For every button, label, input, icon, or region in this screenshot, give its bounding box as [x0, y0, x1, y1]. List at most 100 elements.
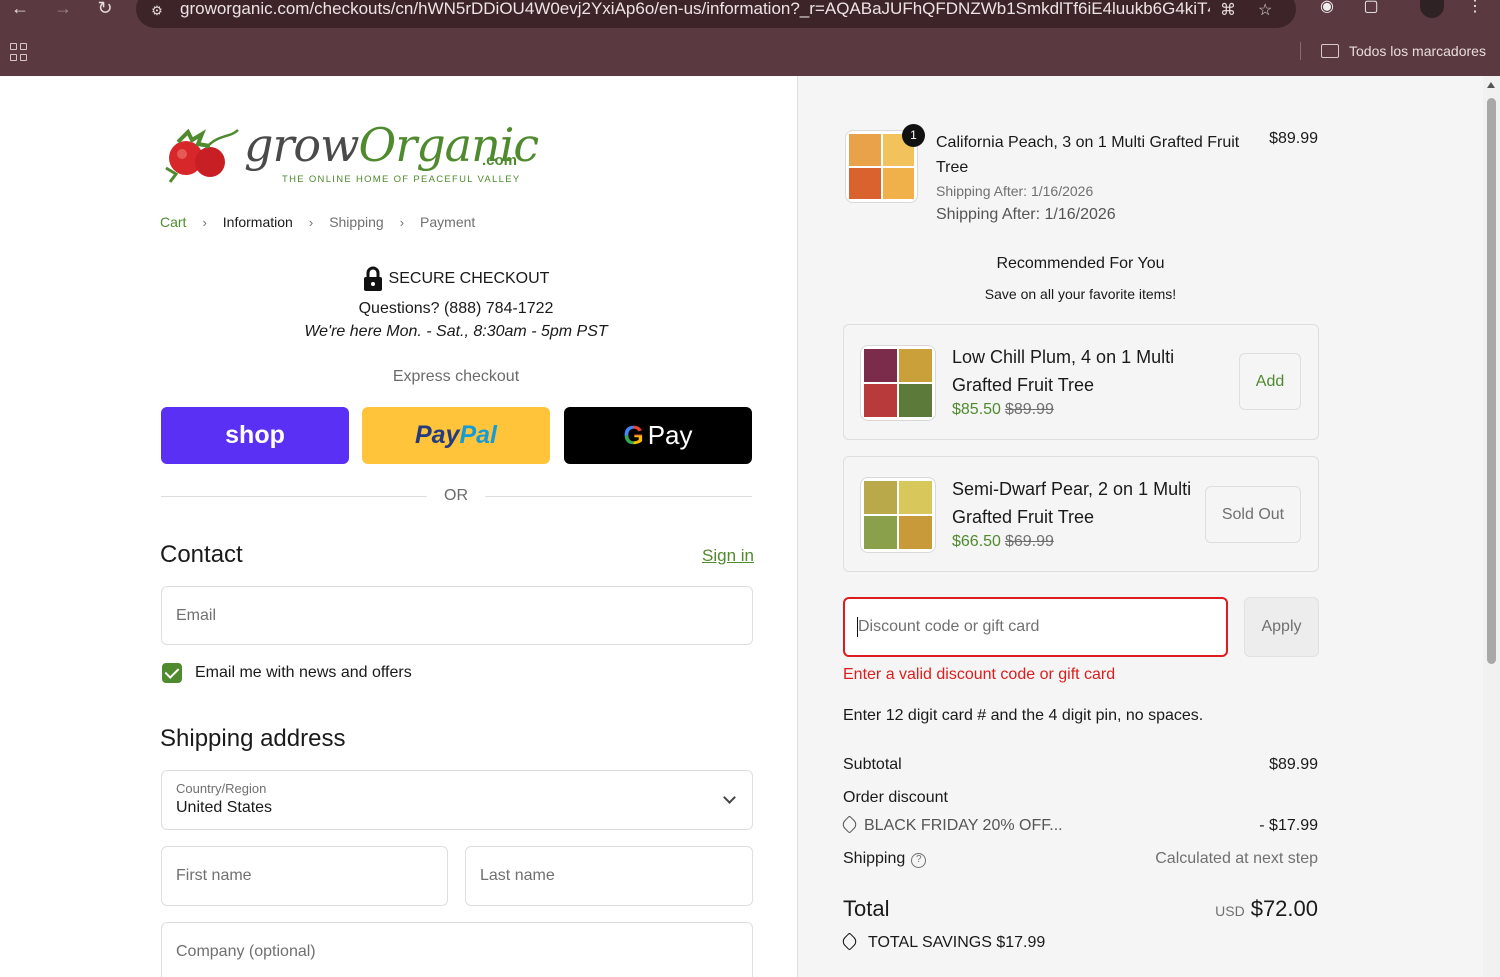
extension-icon[interactable]: ◉ [1316, 0, 1338, 18]
discount-amount: - $17.99 [1259, 817, 1318, 834]
address-bar[interactable]: ⚙ groworganic.com/checkouts/cn/hWN5rDDiO… [136, 0, 1296, 28]
discount-code-label: BLACK FRIDAY 20% OFF... [864, 817, 1063, 834]
star-icon[interactable]: ☆ [1258, 0, 1272, 20]
shipping-value: Calculated at next step [1155, 850, 1318, 867]
store-logo[interactable]: growOrganic .com THE ONLINE HOME OF PEAC… [160, 116, 539, 196]
newsletter-checkbox[interactable] [162, 663, 182, 683]
pear-tree-thumbnail [860, 477, 936, 553]
gift-card-hint: Enter 12 digit card # and the 4 digit pi… [843, 707, 1204, 724]
total-savings-value: $17.99 [996, 934, 1046, 951]
checkout-form-column: growOrganic .com THE ONLINE HOME OF PEAC… [0, 76, 797, 977]
site-info-icon[interactable]: ⚙ [148, 2, 166, 20]
apps-icon[interactable] [10, 43, 28, 61]
reload-icon[interactable]: ↻ [93, 0, 117, 18]
folder-icon [1321, 44, 1339, 58]
cart-item-shipping-date: Shipping After: 1/16/2026 [936, 206, 1116, 223]
translate-icon[interactable]: ⌘ [1220, 0, 1236, 20]
shop-pay-label: shop [225, 421, 285, 449]
sign-in-link[interactable]: Sign in [702, 546, 754, 566]
recommendation-prices: $85.50 $89.99 [952, 401, 1054, 419]
recommendation-name[interactable]: Low Chill Plum, 4 on 1 Multi Grafted Fru… [952, 343, 1212, 399]
total-savings-label: TOTAL SAVINGS [868, 934, 992, 951]
country-value: United States [176, 799, 273, 816]
total-value: $72.00 [1250, 896, 1318, 921]
recommendation-prices: $66.50 $69.99 [952, 533, 1054, 551]
recommendation-name[interactable]: Semi-Dwarf Pear, 2 on 1 Multi Grafted Fr… [952, 475, 1212, 531]
scrollbar-thumb[interactable] [1487, 98, 1496, 664]
add-recommendation-button[interactable]: Add [1239, 353, 1301, 410]
chevron-right-icon: › [399, 214, 405, 230]
order-discount-label: Order discount [843, 789, 948, 806]
cart-item-price: $89.99 [1269, 130, 1318, 147]
original-price: $69.99 [1004, 533, 1054, 550]
express-checkout-label: Express checkout [392, 368, 520, 385]
logo-word-grow: grow [244, 118, 360, 172]
back-icon[interactable]: ← [8, 0, 32, 18]
profile-avatar[interactable] [1420, 0, 1444, 18]
shipping-row: Shipping? [843, 850, 927, 868]
chevron-right-icon: › [308, 214, 314, 230]
discount-placeholder: Discount code or gift card [858, 618, 1040, 635]
secure-checkout-label: SECURE CHECKOUT [388, 270, 550, 287]
email-field[interactable]: Email [161, 586, 753, 645]
divider-right [485, 496, 752, 497]
breadcrumb-cart[interactable]: Cart [160, 214, 186, 230]
chevron-right-icon: › [202, 214, 207, 230]
forward-icon[interactable]: → [51, 0, 75, 18]
breadcrumb-payment: Payment [420, 214, 476, 230]
discount-error-message: Enter a valid discount code or gift card [843, 666, 1116, 683]
menu-icon[interactable]: ⋮ [1464, 0, 1486, 18]
country-select[interactable]: Country/Region United States [161, 770, 753, 830]
recommended-subtitle: Save on all your favorite items! [984, 286, 1177, 302]
original-price: $89.99 [1004, 401, 1054, 418]
subtotal-value: $89.99 [1269, 756, 1318, 773]
plum-tree-thumbnail [860, 345, 936, 421]
paypal-label-b: Pal [459, 421, 497, 449]
breadcrumb-shipping: Shipping [329, 214, 384, 230]
subtotal-label: Subtotal [843, 756, 902, 773]
page-scrollbar[interactable] [1483, 76, 1500, 977]
sale-price: $85.50 [952, 401, 1001, 418]
breadcrumb: Cart › Information › Shipping › Payment [160, 214, 475, 230]
recommendation-card: Low Chill Plum, 4 on 1 Multi Grafted Fru… [843, 324, 1319, 440]
shipping-label: Shipping [843, 850, 906, 867]
help-icon[interactable]: ? [911, 853, 927, 868]
last-name-field[interactable]: Last name [465, 846, 753, 906]
secure-checkout-block: SECURE CHECKOUT Questions? (888) 784-172… [160, 266, 752, 341]
apply-discount-button[interactable]: Apply [1244, 597, 1319, 657]
puzzle-icon[interactable]: ▢ [1360, 0, 1382, 18]
company-field[interactable]: Company (optional) [161, 922, 753, 977]
discount-code-input[interactable]: Discount code or gift card [843, 597, 1228, 657]
first-name-placeholder: First name [176, 867, 252, 884]
chevron-down-icon [723, 791, 736, 804]
currency-code: USD [1215, 903, 1245, 919]
sold-out-button: Sold Out [1205, 486, 1301, 543]
lock-icon [363, 266, 382, 291]
country-label: Country/Region [176, 781, 267, 796]
total-label: Total [843, 896, 890, 921]
divider-left [161, 496, 427, 497]
shipping-address-heading: Shipping address [160, 725, 346, 752]
first-name-field[interactable]: First name [161, 846, 448, 906]
recommended-heading: Recommended For You [996, 255, 1165, 272]
google-pay-button[interactable]: G Pay [564, 407, 752, 464]
logo-tagline: THE ONLINE HOME OF PEACEFUL VALLEY [282, 174, 521, 185]
company-placeholder: Company (optional) [176, 943, 316, 960]
email-placeholder: Email [176, 606, 217, 624]
or-divider-label: OR [444, 487, 468, 504]
newsletter-label[interactable]: Email me with news and offers [195, 664, 412, 682]
all-bookmarks-link[interactable]: Todos los marcadores [1349, 43, 1486, 59]
paypal-button[interactable]: Pay Pal [362, 407, 550, 464]
url-text[interactable]: groworganic.com/checkouts/cn/hWN5rDDiOU4… [180, 0, 1210, 19]
cart-item-shipping-note: Shipping After: 1/16/2026 [936, 183, 1094, 199]
shop-pay-button[interactable]: shop [161, 407, 349, 464]
scroll-up-icon[interactable] [1487, 82, 1495, 88]
logo-com: .com [482, 152, 518, 169]
paypal-label-a: Pay [414, 421, 460, 449]
support-phone: Questions? (888) 784-1722 [358, 300, 554, 317]
quantity-badge: 1 [902, 124, 925, 147]
total-savings-row: TOTAL SAVINGS $17.99 [840, 932, 1046, 952]
tomato-logo-icon [165, 128, 239, 183]
tag-icon [840, 815, 859, 834]
browser-toolbar: ← → ↻ ⚙ groworganic.com/checkouts/cn/hWN… [0, 0, 1500, 76]
